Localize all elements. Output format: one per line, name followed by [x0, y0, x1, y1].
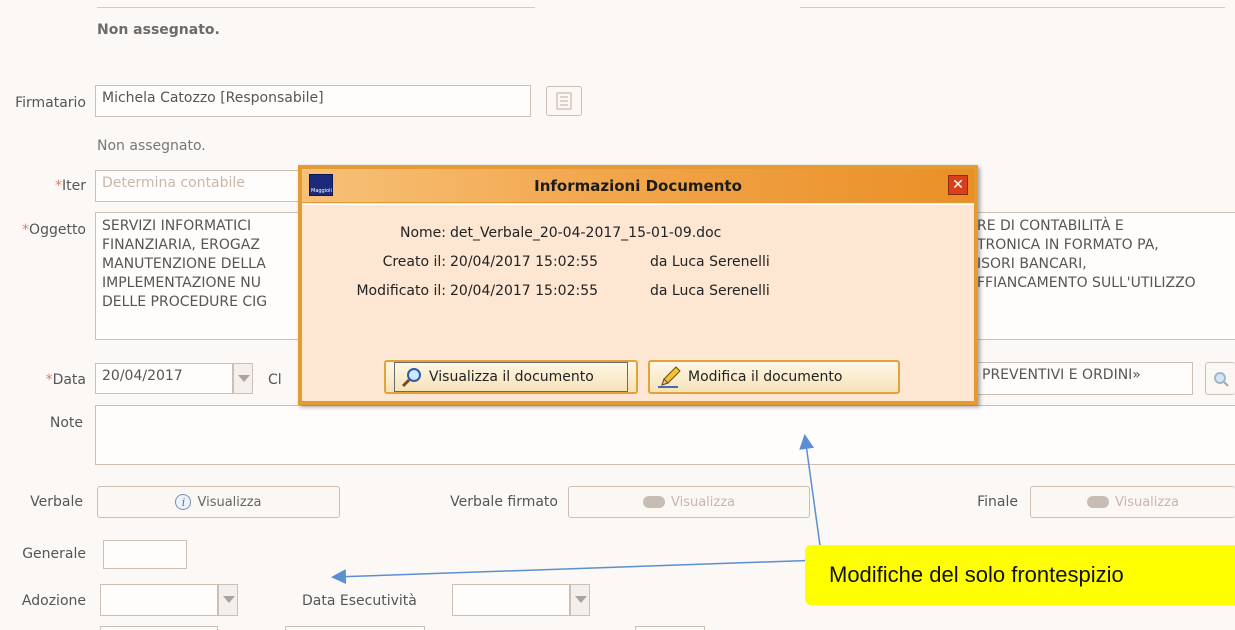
arrow-to-edit-button	[799, 434, 823, 561]
annotation-callout: Modifiche del solo frontespizio	[805, 545, 1235, 605]
arrow-to-form	[331, 559, 823, 585]
annotation-arrows	[331, 434, 823, 585]
